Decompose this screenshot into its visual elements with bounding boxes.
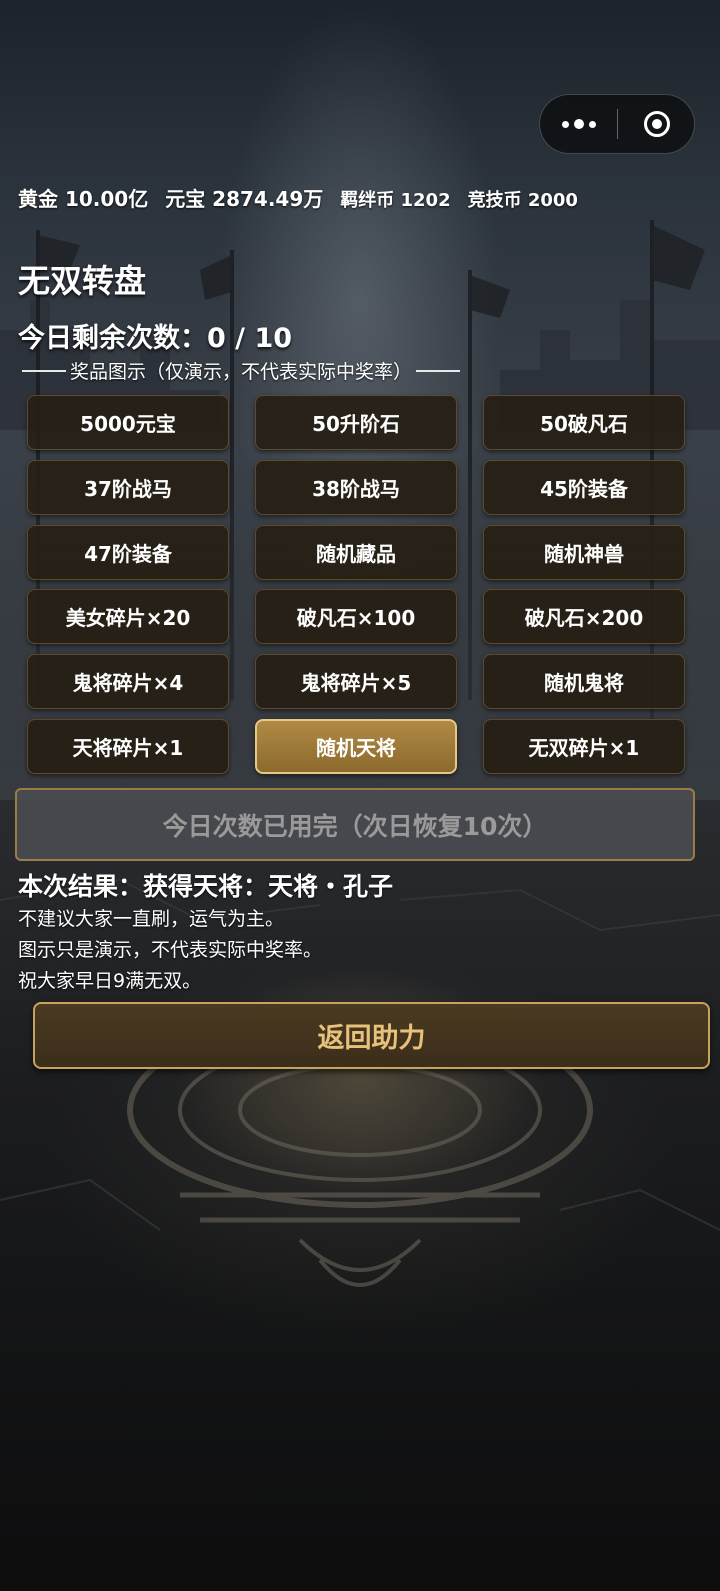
note-line: 不建议大家一直刷，运气为主。 [18, 908, 285, 930]
note-line: 祝大家早日9满无双。 [18, 970, 202, 992]
remaining-count: 今日剩余次数：0 / 10 [18, 323, 293, 354]
prize-cell: 鬼将碎片×5 [255, 654, 457, 709]
prize-cell: 37阶战马 [27, 460, 229, 515]
currency-bar: 黄金 10.00亿 元宝 2874.49万 羁绊币 1202 竞技币 2000 [18, 183, 588, 212]
miniprogram-capsule [539, 94, 695, 154]
prize-cell: 47阶装备 [27, 525, 229, 580]
close-target-icon[interactable] [618, 95, 696, 153]
prize-cell: 38阶战马 [255, 460, 457, 515]
jiban-balance: 羁绊币 1202 [340, 190, 451, 211]
jingji-balance: 竞技币 2000 [467, 190, 578, 211]
more-dots-icon[interactable] [540, 95, 618, 153]
prize-cell: 鬼将碎片×4 [27, 654, 229, 709]
back-to-assist-button[interactable]: 返回助力 [33, 1002, 710, 1069]
spin-result: 本次结果：获得天将：天将・孔子 [18, 872, 394, 901]
prize-cell: 随机神兽 [483, 525, 685, 580]
prize-legend-heading: 奖品图示（仅演示，不代表实际中奖率） [18, 357, 464, 384]
prize-cell: 破凡石×200 [483, 589, 685, 644]
page-title: 无双转盘 [18, 262, 147, 300]
prize-cell: 5000元宝 [27, 395, 229, 450]
prize-cell: 45阶装备 [483, 460, 685, 515]
prize-cell: 天将碎片×1 [27, 719, 229, 774]
gold-balance: 黄金 10.00亿 [18, 187, 149, 211]
prize-cell-active: 随机天将 [255, 719, 457, 774]
note-line: 图示只是演示，不代表实际中奖率。 [18, 939, 323, 961]
prize-cell: 破凡石×100 [255, 589, 457, 644]
prize-cell: 美女碎片×20 [27, 589, 229, 644]
prize-cell: 无双碎片×1 [483, 719, 685, 774]
prize-cell: 50破凡石 [483, 395, 685, 450]
yuanbao-balance: 元宝 2874.49万 [165, 187, 324, 211]
prize-cell: 50升阶石 [255, 395, 457, 450]
prize-cell: 随机鬼将 [483, 654, 685, 709]
legend-line-right [416, 369, 461, 372]
spin-button-disabled[interactable]: 今日次数已用完（次日恢复10次） [15, 788, 695, 861]
legend-line-left [22, 369, 66, 372]
prize-cell: 随机藏品 [255, 525, 457, 580]
legend-label: 奖品图示（仅演示，不代表实际中奖率） [70, 361, 413, 383]
